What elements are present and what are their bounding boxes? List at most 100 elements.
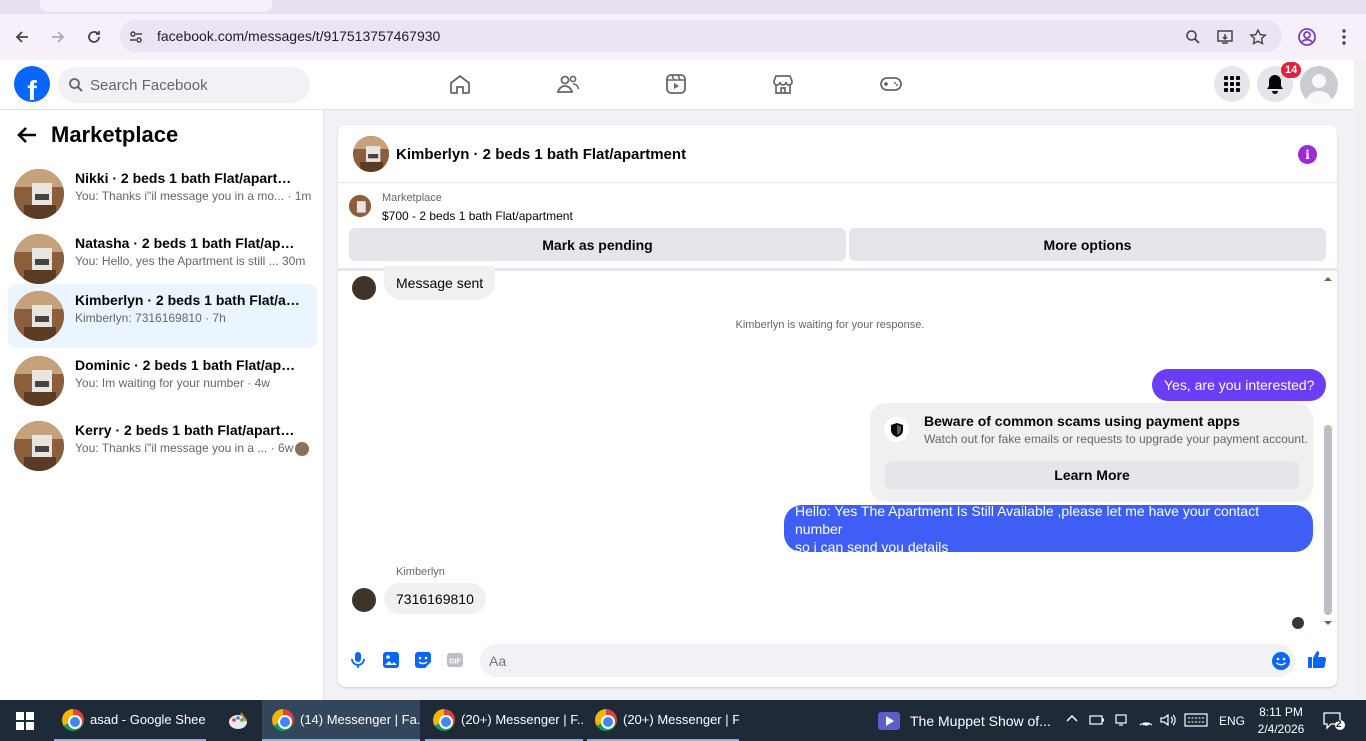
- account-avatar[interactable]: [1300, 66, 1338, 104]
- conversation-item[interactable]: Natasha · 2 beds 1 bath Flat/apartment Y…: [8, 227, 317, 291]
- chat-header-thumbnail[interactable]: [353, 136, 389, 172]
- site-settings-icon[interactable]: [125, 26, 147, 48]
- profile-icon[interactable]: [1296, 26, 1318, 48]
- marketplace-label: Marketplace: [382, 192, 442, 204]
- install-app-icon[interactable]: [1214, 26, 1236, 48]
- tray-chevron-icon[interactable]: [1066, 712, 1078, 726]
- media-widget[interactable]: The Muppet Show of...: [878, 700, 1053, 741]
- conversation-name: Nikki · 2 beds 1 bath Flat/apartment: [75, 170, 300, 186]
- conversation-item-active[interactable]: Kimberlyn · 2 beds 1 bath Flat/apartment…: [8, 284, 317, 348]
- conversation-snippet: You: Thanks i"il message you in a mo... …: [75, 189, 312, 203]
- listing-thumbnail: [14, 234, 64, 284]
- taskbar-item[interactable]: (20+) Messenger | F...: [425, 700, 583, 741]
- back-arrow-icon[interactable]: [16, 124, 40, 148]
- listing-thumbnail: [14, 291, 64, 341]
- conversation-item[interactable]: Kerry · 2 beds 1 bath Flat/apartment You…: [8, 414, 317, 478]
- search-placeholder[interactable]: Search Facebook: [90, 77, 208, 94]
- message-input[interactable]: [489, 644, 1259, 677]
- more-options-button[interactable]: More options: [849, 228, 1326, 261]
- photo-icon[interactable]: [382, 651, 400, 669]
- seen-avatar: [295, 442, 309, 456]
- chrome-icon: [62, 708, 84, 731]
- conversation-item[interactable]: Nikki · 2 beds 1 bath Flat/apartment You…: [8, 162, 317, 226]
- browser-tab[interactable]: [40, 0, 272, 12]
- reload-icon[interactable]: [81, 24, 107, 50]
- paint-palette-icon: [229, 711, 247, 729]
- conversation-snippet: You: Hello, yes the Apartment is still .…: [75, 254, 306, 268]
- network-device-icon[interactable]: [1114, 713, 1128, 730]
- outgoing-message[interactable]: Yes, are you interested?: [1152, 369, 1327, 401]
- scroll-thumb[interactable]: [1324, 425, 1332, 615]
- taskbar-item-label: (20+) Messenger | F...: [461, 712, 583, 727]
- gaming-icon[interactable]: [879, 72, 903, 96]
- forward-icon[interactable]: [45, 24, 71, 50]
- chrome-icon: [433, 708, 455, 731]
- language-indicator[interactable]: ENG: [1219, 714, 1245, 728]
- taskbar-item[interactable]: asad - Google Shee...: [54, 700, 206, 741]
- menu-kebab-icon[interactable]: [1333, 26, 1355, 48]
- volume-icon[interactable]: [1160, 713, 1176, 730]
- taskbar-item-active[interactable]: (14) Messenger | Fa...: [262, 700, 420, 741]
- conversation-name: Dominic · 2 beds 1 bath Flat/apartment: [75, 357, 300, 373]
- message-composer[interactable]: [480, 644, 1295, 677]
- listing-thumbnail: [14, 421, 64, 471]
- media-title: The Muppet Show of...: [910, 712, 1051, 729]
- waiting-note: Kimberlyn is waiting for your response.: [735, 319, 925, 331]
- marketplace-icon[interactable]: [771, 72, 795, 96]
- video-icon[interactable]: [664, 72, 688, 96]
- notification-badge: 14: [1281, 62, 1302, 78]
- friends-icon[interactable]: [556, 72, 580, 96]
- battery-icon[interactable]: [1089, 713, 1105, 730]
- listing-mini-thumbnail[interactable]: [349, 195, 371, 217]
- sender-name: Kimberlyn: [396, 566, 445, 578]
- grid-icon: [1224, 76, 1240, 92]
- browser-tab-strip: [0, 0, 1366, 14]
- incoming-message[interactable]: 7316169810: [384, 583, 486, 614]
- clock-time[interactable]: 8:11 PM: [1258, 705, 1304, 719]
- conversation-name: Kerry · 2 beds 1 bath Flat/apartment: [75, 422, 300, 438]
- learn-more-button[interactable]: Learn More: [885, 461, 1299, 489]
- menu-grid-button[interactable]: [1214, 66, 1250, 102]
- home-icon[interactable]: [448, 72, 472, 96]
- sticker-icon[interactable]: [414, 651, 432, 669]
- back-icon[interactable]: [9, 24, 35, 50]
- contact-avatar[interactable]: [352, 276, 376, 300]
- keyboard-icon[interactable]: [1184, 713, 1208, 730]
- windows-icon: [16, 711, 34, 730]
- info-icon[interactable]: i: [1298, 145, 1317, 164]
- microphone-icon[interactable]: [349, 651, 367, 669]
- listing-thumbnail: [14, 169, 64, 219]
- bookmark-star-icon[interactable]: [1247, 26, 1269, 48]
- shield-icon: [884, 417, 909, 442]
- listing-price-title[interactable]: $700 - 2 beds 1 bath Flat/apartment: [382, 209, 573, 223]
- url-text[interactable]: facebook.com/messages/t/917513757467930: [157, 28, 440, 44]
- message-line: so i can send you details: [795, 538, 949, 555]
- messages-scrollbar[interactable]: [1322, 272, 1334, 632]
- taskbar-item-label: (14) Messenger | Fa...: [300, 712, 420, 727]
- media-play-icon: [878, 711, 900, 730]
- svg-text:GIF: GIF: [449, 659, 461, 666]
- wifi-icon[interactable]: [1138, 713, 1154, 730]
- conversation-snippet: Kimberlyn: 7316169810 · 7h: [75, 311, 226, 325]
- taskbar-paint-app[interactable]: [222, 700, 254, 741]
- conversation-item[interactable]: Dominic · 2 beds 1 bath Flat/apartment Y…: [8, 349, 317, 413]
- message-line: Hello: Yes The Apartment Is Still Availa…: [795, 502, 1260, 537]
- gif-icon[interactable]: GIF: [446, 651, 464, 669]
- thumbs-up-icon[interactable]: [1307, 649, 1327, 669]
- conversation-name: Natasha · 2 beds 1 bath Flat/apartment: [75, 235, 300, 251]
- outgoing-message[interactable]: Hello: Yes The Apartment Is Still Availa…: [784, 502, 1313, 555]
- mark-as-pending-button[interactable]: Mark as pending: [349, 228, 846, 261]
- taskbar-item-label: asad - Google Shee...: [90, 712, 206, 727]
- taskbar-item-label: (20+) Messenger | F...: [623, 712, 739, 727]
- start-button[interactable]: [10, 700, 40, 741]
- chat-title[interactable]: Kimberlyn · 2 beds 1 bath Flat/apartment: [396, 146, 686, 163]
- clock-date[interactable]: 2/4/2026: [1256, 722, 1306, 736]
- page-scrollbar[interactable]: [1354, 60, 1366, 700]
- contact-avatar[interactable]: [352, 588, 376, 612]
- emoji-icon[interactable]: [1271, 651, 1290, 670]
- facebook-logo[interactable]: f: [14, 66, 50, 102]
- search-icon: [68, 77, 84, 93]
- taskbar-item[interactable]: (20+) Messenger | F...: [587, 700, 739, 741]
- conversation-snippet: You: Im waiting for your number · 4w: [75, 376, 270, 390]
- zoom-icon[interactable]: [1182, 26, 1204, 48]
